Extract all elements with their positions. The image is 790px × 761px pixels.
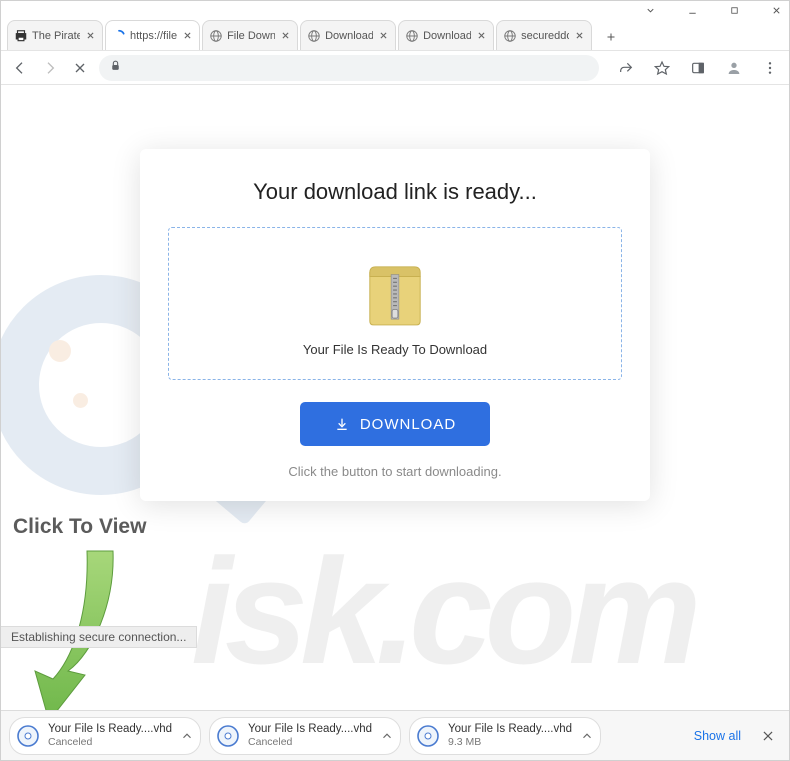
download-item-0[interactable]: Your File Is Ready....vhd Canceled: [9, 717, 201, 755]
download-status: Canceled: [248, 736, 372, 748]
tab-1[interactable]: https://file: [105, 20, 200, 50]
stop-reload-button[interactable]: [69, 57, 91, 79]
tab-4[interactable]: Download: [398, 20, 494, 50]
download-button-label: DOWNLOAD: [360, 416, 456, 433]
tab-title: Download: [423, 30, 471, 42]
forward-button[interactable]: [39, 57, 61, 79]
chevron-up-icon[interactable]: [380, 729, 394, 743]
download-button[interactable]: DOWNLOAD: [300, 402, 490, 446]
window-maximize-icon[interactable]: [727, 3, 741, 17]
profile-avatar-icon[interactable]: [723, 57, 745, 79]
file-disc-icon: [216, 724, 240, 748]
toolbar-right: [615, 57, 781, 79]
tab-title: File Downl: [227, 30, 275, 42]
side-panel-icon[interactable]: [687, 57, 709, 79]
tab-strip: The Pirate https://file File Downl Downl…: [1, 19, 789, 51]
lock-icon: [109, 59, 122, 77]
browser-window: The Pirate https://file File Downl Downl…: [0, 0, 790, 761]
tab-3[interactable]: Download: [300, 20, 396, 50]
tab-5[interactable]: secureddo: [496, 20, 592, 50]
download-filename: Your File Is Ready....vhd: [48, 723, 172, 736]
downloads-bar-close-icon[interactable]: [761, 729, 775, 743]
printer-icon: [14, 29, 28, 43]
loading-spinner-icon: [112, 29, 126, 43]
zip-folder-icon: [364, 256, 426, 328]
download-icon: [334, 416, 350, 432]
tab-0[interactable]: The Pirate: [7, 20, 103, 50]
address-bar[interactable]: [99, 55, 599, 81]
tab-title: Download: [325, 30, 373, 42]
tab-close-icon[interactable]: [181, 30, 193, 42]
card-hint: Click the button to start downloading.: [168, 464, 622, 479]
show-all-downloads-link[interactable]: Show all: [688, 725, 747, 747]
tab-close-icon[interactable]: [377, 30, 389, 42]
page-content: isk.com Your download link is ready... Y…: [1, 85, 789, 710]
tab-title: https://file: [130, 30, 177, 42]
downloads-bar: Your File Is Ready....vhd Canceled Your …: [1, 710, 789, 760]
download-item-1[interactable]: Your File Is Ready....vhd Canceled: [209, 717, 401, 755]
back-button[interactable]: [9, 57, 31, 79]
tab-close-icon[interactable]: [475, 30, 487, 42]
ready-text: Your File Is Ready To Download: [303, 342, 487, 357]
file-disc-icon: [16, 724, 40, 748]
window-titlebar: [1, 1, 789, 19]
tab-title: secureddo: [521, 30, 569, 42]
tab-search-dropdown-icon[interactable]: [643, 3, 657, 17]
watermark-text: isk.com: [191, 525, 694, 698]
new-tab-button[interactable]: [598, 24, 624, 50]
card-heading: Your download link is ready...: [168, 179, 622, 205]
tab-title: The Pirate: [32, 30, 80, 42]
status-bar: Establishing secure connection...: [1, 626, 197, 648]
download-status: Canceled: [48, 736, 172, 748]
file-preview-box: Your File Is Ready To Download: [168, 227, 622, 380]
tab-close-icon[interactable]: [573, 30, 585, 42]
chevron-up-icon[interactable]: [180, 729, 194, 743]
globe-icon: [503, 29, 517, 43]
file-disc-icon: [416, 724, 440, 748]
tab-close-icon[interactable]: [279, 30, 291, 42]
download-filename: Your File Is Ready....vhd: [448, 723, 572, 736]
toolbar: [1, 51, 789, 85]
chevron-up-icon[interactable]: [580, 729, 594, 743]
download-item-2[interactable]: Your File Is Ready....vhd 9.3 MB: [409, 717, 601, 755]
window-close-icon[interactable]: [769, 3, 783, 17]
globe-icon: [405, 29, 419, 43]
download-status: 9.3 MB: [448, 736, 572, 748]
bookmark-star-icon[interactable]: [651, 57, 673, 79]
menu-kebab-icon[interactable]: [759, 57, 781, 79]
globe-icon: [209, 29, 223, 43]
click-to-view-label: Click To View: [13, 515, 146, 539]
globe-icon: [307, 29, 321, 43]
window-minimize-icon[interactable]: [685, 3, 699, 17]
share-icon[interactable]: [615, 57, 637, 79]
status-text: Establishing secure connection...: [11, 630, 186, 644]
download-card: Your download link is ready... Your File…: [140, 149, 650, 501]
download-filename: Your File Is Ready....vhd: [248, 723, 372, 736]
tab-2[interactable]: File Downl: [202, 20, 298, 50]
tab-close-icon[interactable]: [84, 30, 96, 42]
